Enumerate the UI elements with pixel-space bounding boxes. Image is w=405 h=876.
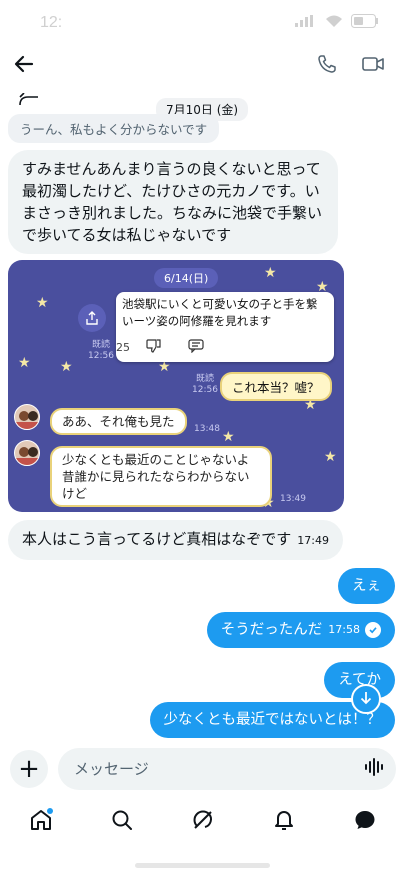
- incoming-message[interactable]: 本人はこう言ってるけど真相はなぞです 17:49: [8, 520, 343, 560]
- post-count: 25: [116, 341, 130, 354]
- screenshot-reply-bubble: ああ、それ俺も見た: [50, 408, 187, 435]
- status-bar: 12:: [0, 0, 405, 44]
- attached-image[interactable]: ★ ★ ★ ★ ★ ★ ★ ★ ★ ★ 6/14(日) 既読 12:56 池袋駅…: [8, 260, 344, 512]
- star-decoration: ★: [324, 449, 337, 465]
- read-label: 既読: [195, 374, 214, 384]
- outgoing-message[interactable]: えぇ: [338, 568, 395, 604]
- bottom-nav: [0, 800, 405, 844]
- message-time: 17:49: [297, 534, 329, 547]
- star-decoration: ★: [158, 359, 171, 375]
- arrow-down-icon: [360, 690, 372, 709]
- quoted-reply[interactable]: うーん、私もよく分からないです: [8, 114, 220, 143]
- call-button[interactable]: [311, 50, 343, 82]
- star-decoration: ★: [36, 295, 49, 311]
- scroll-down-button[interactable]: [351, 684, 381, 714]
- share-icon: [78, 304, 106, 332]
- status-icons: [295, 14, 379, 28]
- read-receipt: 既読 12:56: [192, 374, 218, 396]
- star-decoration: ★: [264, 265, 277, 281]
- screenshot-time: 13:49: [280, 494, 306, 504]
- message-input[interactable]: [58, 748, 396, 790]
- message-composer: +: [0, 748, 405, 792]
- outgoing-message[interactable]: そうだったんだ 17:58: [206, 612, 395, 648]
- conversation-header: [0, 44, 405, 88]
- message-text: 本人はこう言ってるけど真相はなぞです: [22, 530, 292, 548]
- message-list[interactable]: 7月10日 (金) うーん、私もよく分からないです すみませんあんまり言うの良く…: [0, 88, 405, 748]
- message-text: そうだったんだ: [220, 622, 323, 638]
- messages-icon: [353, 808, 377, 836]
- avatar: [14, 440, 40, 466]
- phone-icon: [317, 54, 337, 78]
- bell-icon: [272, 808, 296, 836]
- tab-messages[interactable]: [345, 802, 385, 842]
- home-indicator: [135, 863, 270, 868]
- shared-post-card: 池袋駅にいくと可愛い女の子と手を繋いーツ姿の阿修羅を見れます 25: [116, 292, 334, 362]
- check-icon: [365, 622, 381, 638]
- video-icon: [362, 55, 384, 77]
- status-time: 12:: [40, 14, 63, 31]
- back-button[interactable]: [8, 50, 40, 82]
- read-receipt: 既読 12:56: [88, 340, 114, 362]
- screenshot-date: 6/14(日): [154, 268, 219, 288]
- message-time: 17:58: [328, 623, 360, 636]
- tab-search[interactable]: [102, 802, 142, 842]
- signal-icon: [295, 15, 317, 27]
- notification-dot: [46, 808, 53, 814]
- tab-grok[interactable]: [183, 802, 223, 842]
- star-decoration: ★: [222, 429, 235, 445]
- incoming-message[interactable]: すみませんあんまり言うの良くないと思って最初濁したけど、たけひさの元カノです。い…: [8, 150, 338, 254]
- read-label: 既読: [91, 340, 110, 350]
- video-call-button[interactable]: [357, 50, 389, 82]
- tab-notifications[interactable]: [264, 802, 304, 842]
- thumbs-down-icon: [146, 339, 162, 358]
- star-decoration: ★: [60, 359, 73, 375]
- tab-home[interactable]: [21, 802, 61, 842]
- avatar: [14, 404, 40, 430]
- screenshot-time: 13:48: [194, 424, 220, 434]
- battery-icon: [351, 14, 379, 28]
- screenshot-reply-bubble: 少なくとも最近のことじゃないよ昔誰かに見られたならわからないけど: [50, 446, 272, 507]
- shared-post-text: 池袋駅にいくと可愛い女の子と手を繋いーツ姿の阿修羅を見れます: [122, 297, 318, 328]
- add-media-button[interactable]: +: [10, 750, 48, 788]
- voice-message-button[interactable]: [363, 758, 385, 780]
- arrow-left-icon: [14, 54, 34, 78]
- search-icon: [110, 808, 134, 836]
- star-decoration: ★: [18, 355, 31, 371]
- read-time: 12:56: [88, 351, 114, 361]
- reply-arrow-icon: [18, 92, 40, 106]
- read-time: 12:56: [192, 385, 218, 395]
- screenshot-question-bubble: これ本当？嘘？: [220, 372, 332, 401]
- grok-icon: [191, 808, 215, 836]
- waveform-icon: [364, 758, 384, 780]
- wifi-icon: [325, 15, 343, 28]
- comment-icon: [188, 339, 204, 358]
